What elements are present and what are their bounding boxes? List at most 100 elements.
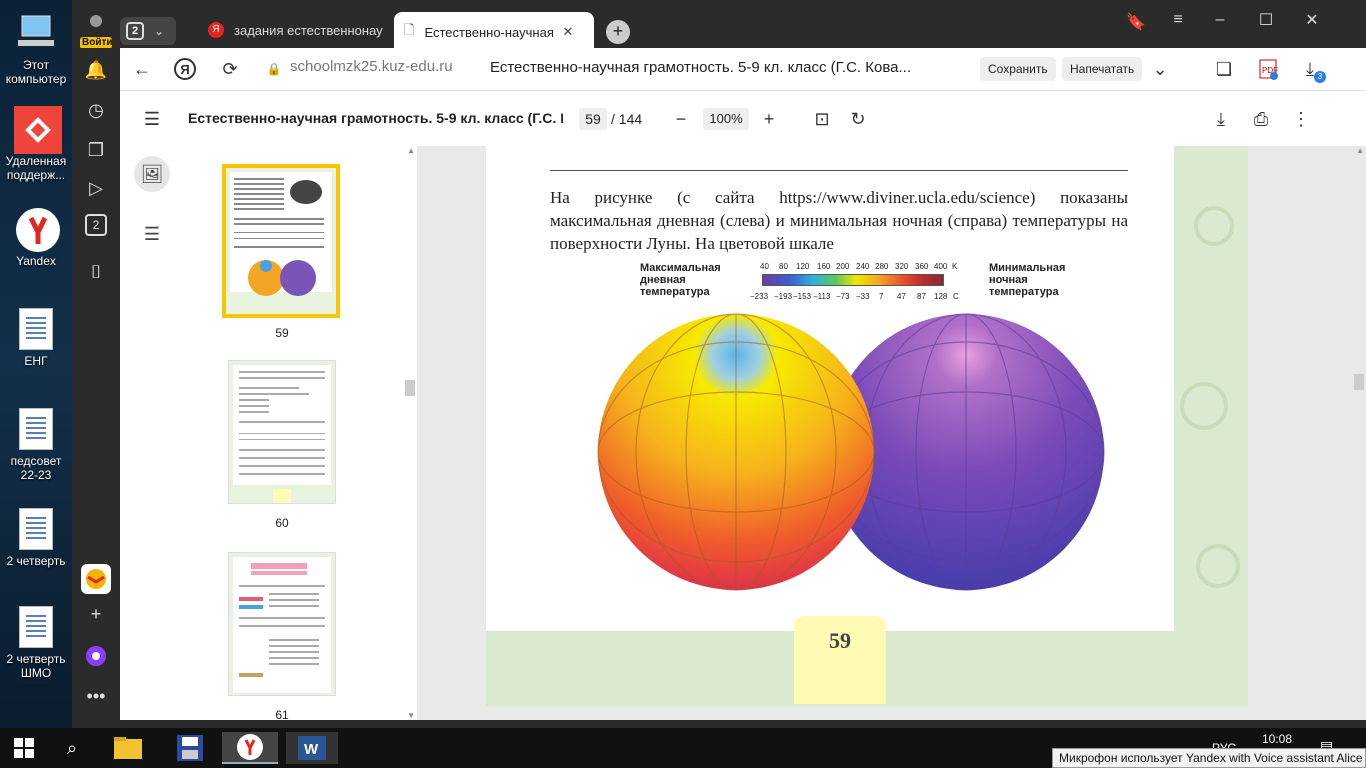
- tabs-count-icon[interactable]: 2: [85, 214, 107, 236]
- bookmarks-icon[interactable]: 🔖: [1124, 10, 1148, 34]
- chevron-down-icon: ⌄: [154, 24, 165, 38]
- close-window-icon[interactable]: ✕: [1300, 8, 1324, 32]
- yandex-browser-icon: [14, 206, 60, 252]
- temperature-color-bar: [762, 274, 944, 286]
- explorer-taskbar-button[interactable]: [108, 732, 148, 764]
- more-icon[interactable]: •••: [82, 682, 110, 710]
- document-icon: 🗋: [404, 22, 415, 37]
- tab-pdf[interactable]: 🗋 Естественно-научная гр ✕: [394, 12, 594, 52]
- scroll-up-icon[interactable]: ▲: [1356, 146, 1364, 155]
- search-icon[interactable]: ⌕: [52, 732, 92, 764]
- menu-icon[interactable]: ≡: [1166, 8, 1190, 32]
- desktop: Этот компьютер Удаленная поддерж... Yand…: [0, 0, 72, 728]
- fit-page-icon[interactable]: ⊡: [810, 107, 834, 131]
- desktop-icon-2-quarter-shmo[interactable]: 2 четверть ШМО: [4, 606, 68, 680]
- thumbnail-pane: 🖼 ☰ 59 60 61 ▲ ▼: [120, 146, 417, 722]
- alice-icon[interactable]: [82, 642, 110, 670]
- outline-view-icon[interactable]: ☰: [134, 216, 170, 252]
- chevron-down-icon[interactable]: ⌄: [1148, 57, 1172, 81]
- desktop-icon-remote-support[interactable]: Удаленная поддерж...: [4, 106, 68, 182]
- microphone-notification[interactable]: Микрофон использует Yandex with Voice as…: [1052, 748, 1366, 768]
- yandex-search-icon[interactable]: Я: [174, 58, 196, 80]
- yandex-mail-icon[interactable]: [81, 564, 111, 594]
- pdf-file-icon: [19, 308, 53, 350]
- anydesk-icon: [14, 106, 62, 154]
- moon-temperature-globes: [597, 313, 1105, 591]
- pdf-page: На рисунке (с сайта https://www.diviner.…: [486, 146, 1248, 706]
- back-icon[interactable]: ←: [130, 57, 154, 81]
- yandex-favicon-icon: Я: [208, 22, 224, 38]
- maximize-icon[interactable]: ☐: [1254, 8, 1278, 32]
- tab-tasks[interactable]: Я задания естественнонау: [198, 12, 393, 48]
- page-total: / 144: [611, 111, 643, 127]
- word-icon: W: [298, 736, 326, 760]
- scroll-down-icon[interactable]: ▼: [407, 711, 415, 720]
- more-vertical-icon[interactable]: ⋮: [1289, 107, 1313, 131]
- reload-icon[interactable]: ⟳: [218, 57, 242, 81]
- rotate-icon[interactable]: ↻: [846, 107, 870, 131]
- thumbnail-label: 59: [275, 326, 289, 340]
- zoom-level-input[interactable]: 100%: [703, 108, 749, 130]
- desktop-icon-yandex[interactable]: Yandex: [4, 206, 68, 268]
- page-paragraph: На рисунке (с сайта https://www.diviner.…: [550, 188, 1128, 253]
- thumbnail-scrollbar[interactable]: [405, 380, 415, 396]
- start-button[interactable]: [4, 732, 44, 764]
- thumbnail-label: 60: [275, 516, 289, 530]
- desktop-icon-this-pc[interactable]: Этот компьютер: [4, 10, 68, 86]
- folder-icon: [114, 737, 142, 759]
- thumbnails-view-icon[interactable]: 🖼: [134, 156, 170, 192]
- page-number: 59: [794, 616, 886, 704]
- collections-icon[interactable]: ❐: [82, 136, 110, 164]
- tab-counter-button[interactable]: 2 ⌄: [120, 17, 176, 45]
- page-number-input[interactable]: 59: [579, 108, 607, 130]
- left-globe-label: Максимальная дневная температура: [640, 262, 721, 298]
- folder-icon: [19, 508, 53, 550]
- scroll-up-icon[interactable]: ▲: [407, 146, 415, 155]
- clock-time[interactable]: 10:08: [1262, 732, 1292, 746]
- desktop-icon-eng[interactable]: ЕНГ: [4, 308, 68, 368]
- play-icon[interactable]: ▷: [82, 174, 110, 202]
- windows-icon: [14, 738, 34, 758]
- yandex-taskbar-button[interactable]: [222, 732, 278, 764]
- folder-icon: [19, 606, 53, 648]
- hamburger-menu-icon[interactable]: ☰: [140, 107, 164, 131]
- profile-button[interactable]: Войти: [80, 14, 113, 49]
- desktop-icon-pedsovet[interactable]: педсовет 22-23: [4, 408, 68, 482]
- download-pdf-icon[interactable]: ⤓: [1209, 107, 1233, 131]
- save-taskbar-button[interactable]: [170, 732, 210, 764]
- url-field[interactable]: schoolmzk25.kuz-edu.ru Естественно-научн…: [280, 54, 980, 84]
- divider: [550, 170, 1128, 171]
- computer-icon: [14, 10, 58, 54]
- tab-bar: Войти 2 ⌄ Я задания естественнонау 🗋 Ест…: [72, 0, 1366, 52]
- page-content: На рисунке (с сайта https://www.diviner.…: [486, 146, 1174, 631]
- pdf-toolbar: ☰ Естественно-научная грамотность. 5-9 к…: [120, 90, 1366, 146]
- minimize-icon[interactable]: –: [1208, 8, 1232, 32]
- pdf-extension-icon[interactable]: PDF: [1256, 57, 1280, 81]
- word-taskbar-button[interactable]: W: [286, 732, 338, 764]
- gear-decoration-icon: [1180, 206, 1240, 588]
- save-button[interactable]: Сохранить: [980, 57, 1056, 81]
- downloads-icon[interactable]: ⤓ 3: [1298, 57, 1326, 83]
- document-scrollbar[interactable]: [1354, 374, 1364, 390]
- close-tab-icon[interactable]: ✕: [562, 24, 573, 40]
- clipboard-icon[interactable]: ❏: [1212, 57, 1236, 81]
- folder-icon: [19, 408, 53, 450]
- user-icon: [90, 15, 102, 27]
- print-icon[interactable]: ⎙: [1249, 107, 1273, 131]
- screenshot-icon[interactable]: ⌷: [82, 258, 110, 286]
- thumbnail-page-60[interactable]: [228, 360, 336, 504]
- document-viewport: На рисунке (с сайта https://www.diviner.…: [417, 146, 1366, 720]
- add-panel-icon[interactable]: +: [82, 600, 110, 628]
- zoom-in-icon[interactable]: +: [757, 107, 781, 131]
- history-icon[interactable]: ◷: [82, 96, 110, 124]
- print-button[interactable]: Напечатать: [1062, 57, 1143, 81]
- thumbnail-page-59[interactable]: [222, 164, 340, 318]
- zoom-out-icon[interactable]: −: [669, 107, 693, 131]
- desktop-icon-2-quarter[interactable]: 2 четверть: [4, 508, 68, 568]
- svg-text:W: W: [304, 741, 319, 758]
- yandex-browser-icon: [237, 734, 263, 760]
- browser-window: Войти 2 ⌄ Я задания естественнонау 🗋 Ест…: [72, 0, 1366, 728]
- thumbnail-page-61[interactable]: [228, 552, 336, 696]
- new-tab-button[interactable]: +: [606, 20, 630, 44]
- notifications-icon[interactable]: 🔔: [82, 56, 110, 84]
